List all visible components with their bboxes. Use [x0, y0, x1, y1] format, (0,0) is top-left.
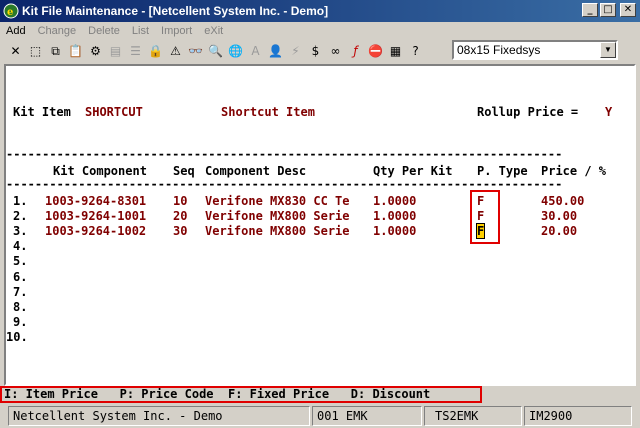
globe-icon[interactable]: 🌐	[226, 42, 245, 61]
rollup-price-label: Rollup Price =	[477, 105, 579, 119]
rollup-price-value[interactable]: Y	[605, 105, 612, 119]
ptype-highlight-box	[470, 190, 500, 244]
close-window-button[interactable]: ✕	[620, 3, 636, 17]
kit-item-desc: Shortcut Item	[221, 105, 315, 119]
row-qty[interactable]: 1.0000	[373, 209, 416, 223]
row-component[interactable]: 1003-9264-1001	[45, 209, 146, 223]
binoculars-icon[interactable]: 👓	[186, 42, 205, 61]
warning-icon[interactable]: ⚠	[166, 42, 185, 61]
person-icon[interactable]: 👤	[266, 42, 285, 61]
menu-bar: Add Change Delete List Import eXit	[0, 22, 640, 40]
separator-header: ----------------------------------------…	[6, 177, 563, 191]
col-seq: Seq	[173, 164, 195, 178]
function-icon[interactable]: ƒ	[346, 42, 365, 61]
col-component-desc: Component Desc	[205, 164, 307, 178]
row-seq[interactable]: 30	[173, 224, 187, 238]
menu-delete[interactable]: Delete	[88, 25, 120, 37]
kit-item-value[interactable]: SHORTCUT	[85, 105, 143, 119]
legend-highlight-box	[0, 386, 482, 403]
row-price[interactable]: 20.00	[541, 224, 577, 238]
title-bar: e Kit File Maintenance - [Netcellent Sys…	[0, 0, 640, 22]
row-number: 2.	[13, 209, 28, 223]
status-program: IM2900	[524, 406, 632, 426]
row-number: 8.	[13, 300, 28, 314]
row-seq[interactable]: 20	[173, 209, 187, 223]
menu-exit[interactable]: eXit	[204, 25, 223, 37]
font-select[interactable]: 08x15 Fixedsys ▼	[452, 40, 618, 60]
row-number: 10.	[6, 330, 28, 344]
paste-icon[interactable]: 📋	[66, 42, 85, 61]
maximize-button[interactable]: □	[600, 3, 616, 17]
menu-import[interactable]: Import	[161, 25, 192, 37]
close-icon[interactable]: ✕	[6, 42, 25, 61]
row-number: 7.	[13, 285, 28, 299]
row-component[interactable]: 1003-9264-8301	[45, 194, 146, 208]
row-price[interactable]: 30.00	[541, 209, 577, 223]
font-icon[interactable]: A	[246, 42, 265, 61]
stop-icon[interactable]: ⛔	[366, 42, 385, 61]
minimize-button[interactable]: _	[582, 3, 598, 17]
col-kit-component: Kit Component	[53, 164, 147, 178]
select-icon[interactable]: ⬚	[26, 42, 45, 61]
help-icon[interactable]: ?	[406, 42, 425, 61]
app-icon: e	[3, 3, 19, 19]
status-company: Netcellent System Inc. - Demo	[8, 406, 310, 426]
separator-top: ----------------------------------------…	[6, 147, 563, 161]
menu-change[interactable]: Change	[38, 25, 77, 37]
row-number: 4.	[13, 239, 28, 253]
form-icon[interactable]: ▤	[106, 42, 125, 61]
row-number: 1.	[13, 194, 28, 208]
terminal-screen: Kit Item SHORTCUT Shortcut Item Rollup P…	[4, 64, 636, 386]
row-desc[interactable]: Verifone MX800 Serie	[205, 224, 350, 238]
menu-add[interactable]: Add	[6, 25, 26, 37]
col-price: Price / %	[541, 164, 607, 178]
col-qty-per-kit: Qty Per Kit	[373, 164, 453, 178]
row-component[interactable]: 1003-9264-1002	[45, 224, 146, 238]
notes-icon[interactable]: ▦	[386, 42, 405, 61]
lightning-icon[interactable]: ⚡	[286, 42, 305, 61]
row-desc[interactable]: Verifone MX800 Serie	[205, 209, 350, 223]
menu-list[interactable]: List	[132, 25, 149, 37]
status-station: TS2EMK	[424, 406, 522, 426]
row-number: 3.	[13, 224, 28, 238]
row-desc[interactable]: Verifone MX830 CC Te	[205, 194, 350, 208]
dollar-icon[interactable]: $	[306, 42, 325, 61]
row-price[interactable]: 450.00	[541, 194, 584, 208]
status-code: 001 EMK	[312, 406, 422, 426]
row-number: 5.	[13, 254, 28, 268]
row-number: 9.	[13, 315, 28, 329]
copy-icon[interactable]: ⧉	[46, 42, 65, 61]
window-title: Kit File Maintenance - [Netcellent Syste…	[22, 4, 329, 18]
lock-icon[interactable]: 🔒	[146, 42, 165, 61]
col-p-type: P. Type	[477, 164, 528, 178]
row-qty[interactable]: 1.0000	[373, 194, 416, 208]
search-icon[interactable]: 🔍	[206, 42, 225, 61]
font-select-value: 08x15 Fixedsys	[457, 43, 541, 57]
settings-icon[interactable]: ⚙	[86, 42, 105, 61]
status-bar: Netcellent System Inc. - Demo 001 EMK TS…	[0, 404, 640, 428]
svg-text:e: e	[7, 7, 13, 18]
link-icon[interactable]: ∞	[326, 42, 345, 61]
row-seq[interactable]: 10	[173, 194, 187, 208]
kit-item-label: Kit Item	[13, 105, 71, 119]
chevron-down-icon[interactable]: ▼	[600, 42, 616, 58]
list-icon[interactable]: ☰	[126, 42, 145, 61]
row-number: 6.	[13, 270, 28, 284]
row-qty[interactable]: 1.0000	[373, 224, 416, 238]
